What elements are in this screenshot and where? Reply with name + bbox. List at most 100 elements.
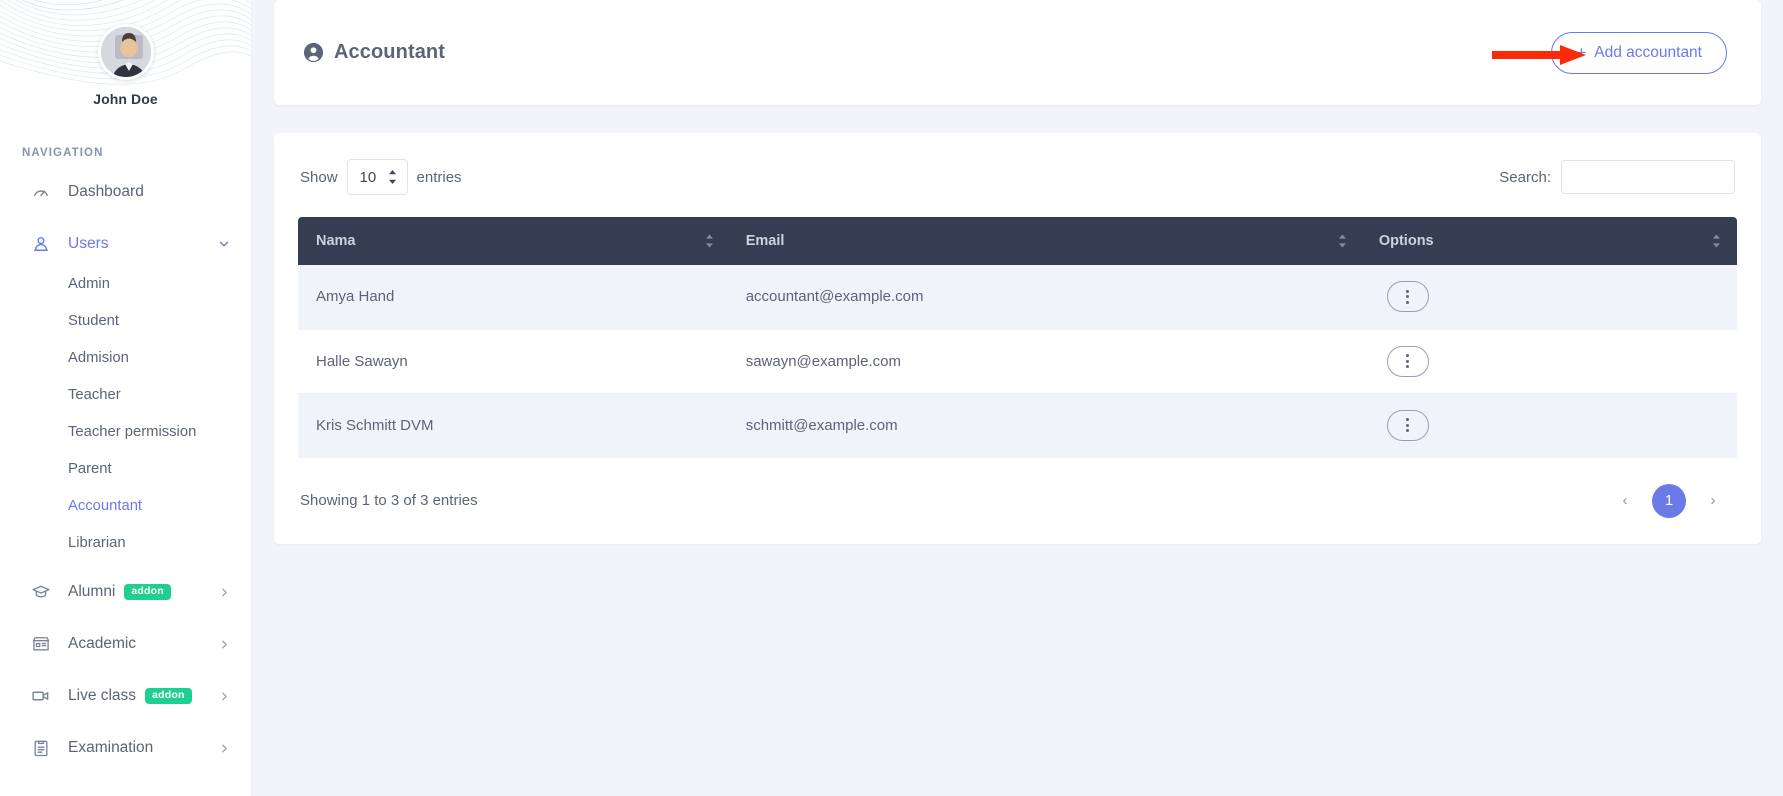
search-input[interactable] xyxy=(1561,160,1735,194)
cell-email: accountant@example.com xyxy=(729,265,1363,330)
pagination-next[interactable]: › xyxy=(1696,484,1730,518)
table-info: Showing 1 to 3 of 3 entries xyxy=(300,492,478,509)
chevron-right-icon xyxy=(218,638,231,651)
sidebar-profile: John Doe xyxy=(0,0,251,107)
sidebar-item-label: Users xyxy=(68,235,109,252)
sidebar-item-label: Alumni xyxy=(68,583,116,600)
column-header-label: Email xyxy=(745,233,785,249)
sidebar-subitem-label: Librarian xyxy=(68,534,126,551)
accountants-table: Nama Email Options Amya Hand accountant@… xyxy=(298,217,1737,458)
sidebar-item-student[interactable]: Student xyxy=(0,302,251,339)
sidebar-subitem-label: Teacher xyxy=(68,386,121,403)
pagination-page-1[interactable]: 1 xyxy=(1652,483,1686,518)
cell-name: Halle Sawayn xyxy=(298,329,730,394)
sidebar-item-label: Academic xyxy=(68,635,137,652)
sort-icon xyxy=(705,234,714,248)
sidebar-item-librarian[interactable]: Librarian xyxy=(0,524,251,561)
addon-badge: addon xyxy=(145,688,192,704)
pagination-previous[interactable]: ‹ xyxy=(1608,484,1642,518)
table-header-row: Nama Email Options xyxy=(298,217,1737,265)
column-header-label: Options xyxy=(1378,233,1434,249)
kebab-menu-icon xyxy=(1406,417,1410,434)
sort-icon xyxy=(1338,234,1347,248)
sidebar-item-parent[interactable]: Parent xyxy=(0,450,251,487)
table-row: Kris Schmitt DVM schmitt@example.com xyxy=(298,393,1737,458)
sidebar-item-label: Dashboard xyxy=(68,183,144,200)
sort-icon xyxy=(1712,234,1721,248)
user-photo-avatar xyxy=(100,27,151,77)
clipboard-icon xyxy=(30,737,52,759)
sidebar-item-users[interactable]: Users xyxy=(0,223,251,265)
row-options-button[interactable] xyxy=(1386,345,1429,377)
chevron-right-icon xyxy=(218,742,231,755)
sidebar-item-teacher[interactable]: Teacher xyxy=(0,376,251,413)
cell-email: schmitt@example.com xyxy=(729,393,1363,458)
table-row: Halle Sawayn sawayn@example.com xyxy=(298,329,1737,394)
sidebar-item-label: Live class xyxy=(68,687,137,704)
sidebar-subitem-label: Admin xyxy=(68,275,110,292)
table-row: Amya Hand accountant@example.com xyxy=(298,265,1737,330)
pagination: ‹ 1 › xyxy=(1603,483,1735,518)
graduation-cap-icon xyxy=(30,581,52,603)
add-accountant-button[interactable]: + Add accountant xyxy=(1551,31,1727,74)
sidebar-subitem-label: Parent xyxy=(68,460,112,477)
search-control: Search: xyxy=(1499,160,1735,194)
sidebar-user-name: John Doe xyxy=(93,91,158,107)
column-header-email[interactable]: Email xyxy=(729,217,1363,265)
kebab-menu-icon xyxy=(1406,353,1410,370)
add-accountant-label: Add accountant xyxy=(1594,43,1702,61)
page-title-wrap: Accountant xyxy=(302,41,445,64)
sidebar-subitem-label: Teacher permission xyxy=(68,423,197,440)
cell-options xyxy=(1362,265,1737,330)
table-body: Amya Hand accountant@example.com Halle S… xyxy=(298,265,1737,458)
app-root: John Doe NAVIGATION Dashboard Users Admi… xyxy=(0,0,1783,796)
show-label: Show xyxy=(300,168,338,186)
sidebar: John Doe NAVIGATION Dashboard Users Admi… xyxy=(0,0,252,796)
sidebar-subitem-label: Admision xyxy=(68,349,129,366)
sidebar-item-accountant[interactable]: Accountant xyxy=(0,487,251,524)
row-options-button[interactable] xyxy=(1386,409,1429,441)
sidebar-subitem-label: Student xyxy=(68,312,120,329)
column-header-options[interactable]: Options xyxy=(1362,217,1737,265)
gauge-icon xyxy=(30,181,52,203)
sidebar-item-admin[interactable]: Admin xyxy=(0,265,251,302)
page-length-control: Show 10 entries xyxy=(300,159,462,195)
table-footer: Showing 1 to 3 of 3 entries ‹ 1 › xyxy=(298,483,1737,518)
kebab-menu-icon xyxy=(1406,288,1410,305)
user-circle-icon xyxy=(302,41,325,64)
page-length-select[interactable]: 10 xyxy=(346,159,408,195)
sidebar-section-title: NAVIGATION xyxy=(22,147,104,159)
table-head: Nama Email Options xyxy=(298,217,1737,265)
sidebar-item-alumni[interactable]: Alumni addon xyxy=(0,571,251,613)
data-table-card: Show 10 entries Search: Nama Email Optio… xyxy=(274,133,1761,544)
plus-icon: + xyxy=(1576,43,1587,62)
cell-email: sawayn@example.com xyxy=(729,329,1363,394)
store-icon xyxy=(30,633,52,655)
sidebar-item-academic[interactable]: Academic xyxy=(0,623,251,665)
table-toolbar: Show 10 entries Search: xyxy=(298,159,1737,195)
cell-options xyxy=(1362,329,1737,394)
row-options-button[interactable] xyxy=(1386,281,1429,313)
sidebar-item-label: Examination xyxy=(68,739,154,756)
cell-name: Amya Hand xyxy=(298,265,730,330)
entries-label: entries xyxy=(416,168,462,186)
chevron-down-icon xyxy=(217,237,231,251)
column-header-label: Nama xyxy=(316,233,356,249)
sidebar-item-teacher-permission[interactable]: Teacher permission xyxy=(0,413,251,450)
avatar[interactable] xyxy=(97,24,154,80)
main-content: Accountant + Add accountant Show 10 entr… xyxy=(252,0,1783,796)
user-icon xyxy=(30,233,52,255)
addon-badge: addon xyxy=(124,584,171,600)
column-header-nama[interactable]: Nama xyxy=(298,217,730,265)
video-camera-icon xyxy=(30,685,52,707)
page-length-select-wrap: 10 xyxy=(338,159,417,195)
chevron-right-icon xyxy=(218,690,231,703)
chevron-right-icon xyxy=(218,586,231,599)
sidebar-item-admision[interactable]: Admision xyxy=(0,339,251,376)
sidebar-item-examination[interactable]: Examination xyxy=(0,727,251,769)
sidebar-item-live-class[interactable]: Live class addon xyxy=(0,675,251,717)
page-title: Accountant xyxy=(334,41,445,63)
sidebar-item-dashboard[interactable]: Dashboard xyxy=(0,171,251,213)
cell-name: Kris Schmitt DVM xyxy=(298,393,730,458)
sidebar-subitem-label: Accountant xyxy=(68,497,143,514)
